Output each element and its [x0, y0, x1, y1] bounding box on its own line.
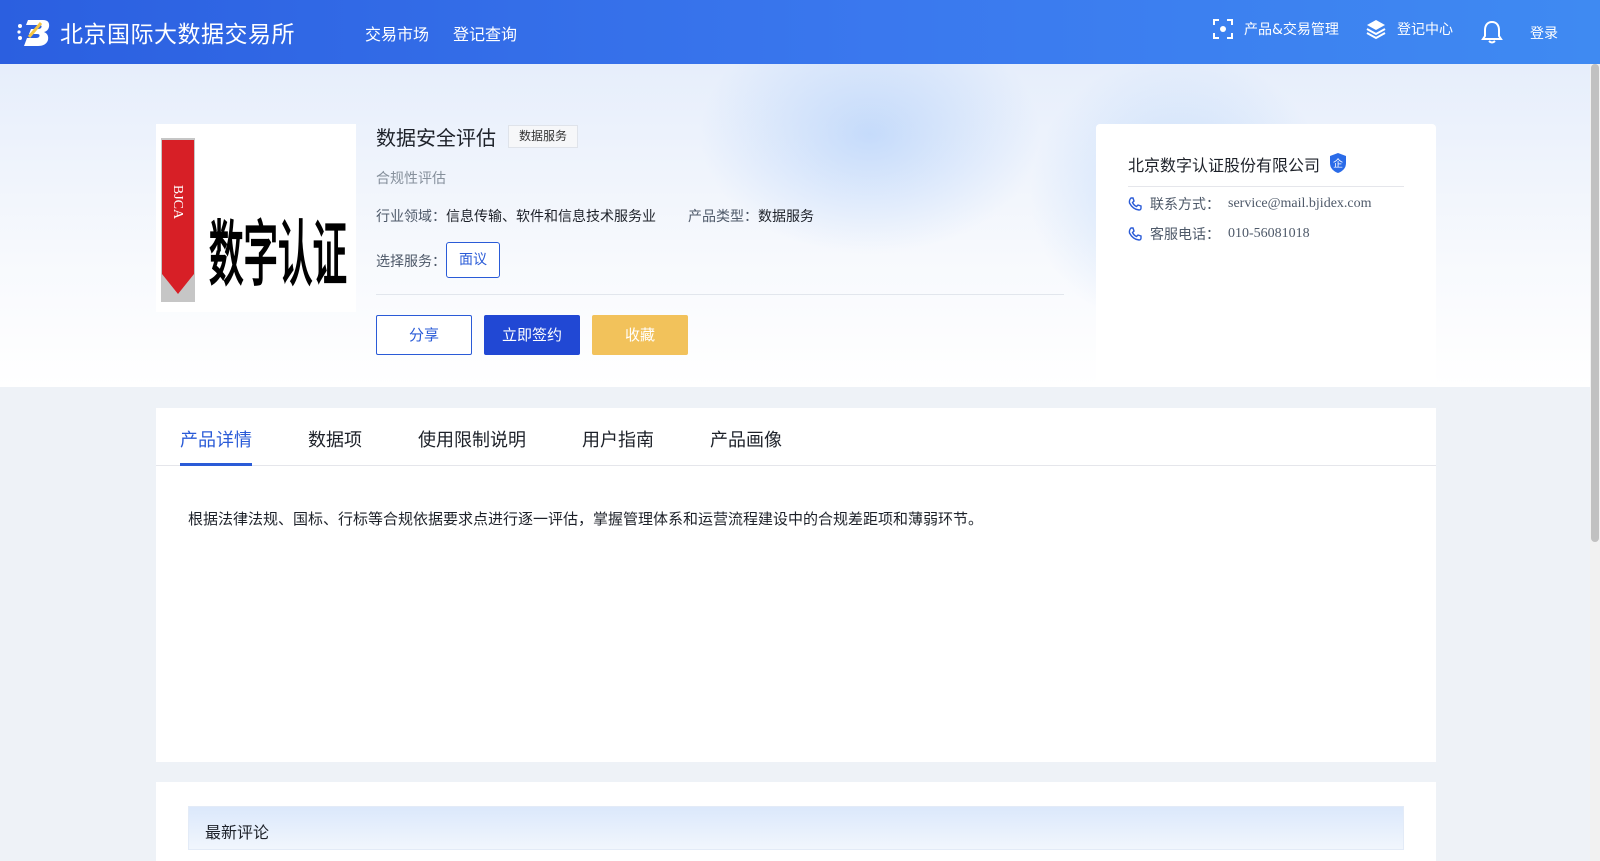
- comments-title: 最新评论: [205, 823, 270, 842]
- brand-name: 北京国际大数据交易所: [60, 22, 295, 48]
- nav-link-registry-query[interactable]: 登记查询: [453, 21, 517, 45]
- tab-product-profile[interactable]: 产品画像: [710, 426, 782, 452]
- industry-value: 信息传输、软件和信息技术服务业: [446, 209, 656, 225]
- phone-icon: [1128, 227, 1142, 241]
- product-thumbnail: BJCA 数字认证: [156, 124, 356, 312]
- industry-field: 行业领域：信息传输、软件和信息技术服务业: [376, 206, 656, 226]
- sign-now-button[interactable]: 立即签约: [484, 315, 580, 355]
- product-type-label: 产品类型：: [688, 209, 758, 225]
- phone-icon: [1128, 197, 1142, 211]
- product-title: 数据安全评估: [376, 126, 496, 150]
- hotline-row: 客服电话： 010-56081018: [1128, 224, 1310, 244]
- brand[interactable]: 北京国际大数据交易所: [16, 14, 295, 50]
- contact-label: 联系方式：: [1150, 197, 1220, 213]
- tab-product-details[interactable]: 产品详情: [180, 426, 252, 452]
- product-trade-management-label: 产品&交易管理: [1244, 22, 1339, 38]
- industry-label: 行业领域：: [376, 209, 446, 225]
- product-detail-panel: 产品详情 数据项 使用限制说明 用户指南 产品画像 根据法律法规、国标、行标等合…: [156, 408, 1436, 762]
- comments-header: 最新评论: [188, 806, 1404, 850]
- hotline-number: 010-56081018: [1228, 226, 1310, 241]
- active-tab-indicator: [180, 463, 252, 466]
- registry-center-label: 登记中心: [1397, 22, 1453, 38]
- tab-data-items[interactable]: 数据项: [308, 426, 362, 452]
- share-button[interactable]: 分享: [376, 315, 472, 355]
- product-type-value: 数据服务: [758, 209, 814, 225]
- enterprise-badge-text: 企: [1333, 157, 1343, 170]
- thumb-logo-text: BJCA: [170, 185, 185, 220]
- product-type-field: 产品类型：数据服务: [688, 206, 814, 226]
- company-name[interactable]: 北京数字认证股份有限公司: [1128, 152, 1320, 176]
- favorite-button[interactable]: 收藏: [592, 315, 688, 355]
- layers-icon: [1366, 20, 1386, 40]
- service-option-negotiable[interactable]: 面议: [446, 242, 500, 278]
- comments-section: 最新评论: [156, 782, 1436, 861]
- product-tag: 数据服务: [508, 125, 579, 148]
- product-description: 根据法律法规、国标、行标等合规依据要求点进行逐一评估，掌握管理体系和运营流程建设…: [188, 510, 984, 528]
- contact-row: 联系方式： service@mail.bjidex.com: [1128, 194, 1372, 214]
- tab-usage-restrictions[interactable]: 使用限制说明: [418, 426, 526, 452]
- tab-user-guide[interactable]: 用户指南: [582, 426, 654, 452]
- company-divider: [1128, 186, 1404, 187]
- bell-icon[interactable]: [1481, 20, 1503, 44]
- scrollbar-thumb[interactable]: [1591, 64, 1599, 542]
- hero-divider: [376, 294, 1064, 295]
- bjidex-logo-icon: [17, 20, 50, 46]
- contact-email[interactable]: service@mail.bjidex.com: [1228, 196, 1372, 212]
- service-label: 选择服务：: [376, 254, 446, 270]
- thumb-main-text: 数字认证: [209, 214, 347, 297]
- product-subtitle: 合规性评估: [376, 171, 446, 187]
- scan-focus-icon: [1213, 19, 1233, 39]
- enterprise-verified-icon: 企: [1330, 153, 1346, 173]
- company-card: 北京数字认证股份有限公司 企 联系方式： service@mail.bjidex…: [1096, 124, 1436, 386]
- login-link[interactable]: 登录: [1530, 23, 1558, 43]
- nav-link-trade-market[interactable]: 交易市场: [365, 21, 429, 45]
- bjca-logo-image: BJCA 数字认证: [161, 138, 347, 302]
- product-trade-management-link[interactable]: 产品&交易管理: [1212, 18, 1339, 40]
- detail-tabs: 产品详情 数据项 使用限制说明 用户指南 产品画像: [156, 408, 1436, 466]
- top-navigation-bar: 北京国际大数据交易所 交易市场 登记查询 产品&交易管理 登记中心 登录: [0, 0, 1600, 64]
- page-scrollbar[interactable]: [1590, 64, 1600, 861]
- hotline-label: 客服电话：: [1150, 227, 1220, 243]
- registry-center-link[interactable]: 登记中心: [1365, 18, 1453, 40]
